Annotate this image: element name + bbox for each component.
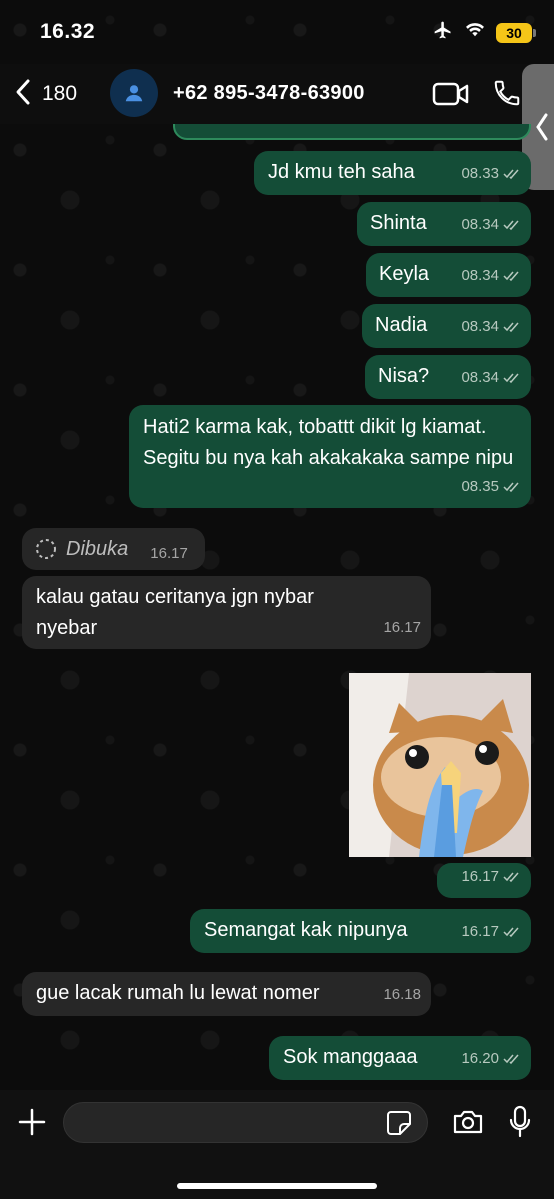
status-time: 16.32: [40, 20, 96, 43]
double-check-icon: [503, 373, 519, 383]
double-check-icon: [503, 927, 519, 937]
message-bubble[interactable]: Nadia 08.34: [362, 304, 531, 348]
praying-cat-sticker[interactable]: [349, 673, 531, 857]
sticker-button[interactable]: [386, 1110, 412, 1141]
double-check-icon: [503, 271, 519, 281]
status-bar: 16.32 30: [0, 0, 554, 64]
message-list[interactable]: 08.33 Jd kmu teh saha 08.33 Shinta 08.34…: [0, 124, 554, 1090]
message-text: Hati2 karma kak, tobattt dikit lg kiamat…: [143, 416, 514, 469]
message-meta: 08.34: [461, 311, 521, 342]
double-check-icon: [503, 872, 519, 882]
microphone-button[interactable]: [509, 1105, 531, 1144]
chat-header: 180 +62 895-3478-63900: [0, 64, 554, 124]
message-meta: 16.17: [461, 916, 521, 947]
airplane-icon: [432, 20, 454, 45]
attach-button[interactable]: [18, 1108, 46, 1141]
message-meta: 08.34: [461, 260, 521, 291]
back-button[interactable]: 180: [14, 76, 77, 112]
message-bubble[interactable]: Keyla 08.34: [366, 253, 531, 297]
double-check-icon: [503, 482, 519, 492]
message-input[interactable]: [63, 1102, 428, 1143]
message-bubble[interactable]: 08.33: [173, 124, 531, 140]
message-bubble[interactable]: Nisa? 08.34: [365, 355, 531, 399]
message-meta: 16.17: [383, 619, 421, 636]
status-icons: 30: [432, 20, 536, 45]
message-text: kalau gatau ceritanya jgn nybar nyebar: [36, 586, 314, 639]
video-camera-icon: [432, 82, 469, 106]
message-time: 16.17: [150, 544, 188, 562]
message-meta: 08.33: [459, 124, 519, 132]
camera-icon: [453, 1110, 483, 1134]
double-check-icon: [503, 169, 519, 179]
wifi-icon: [464, 21, 486, 44]
cat-sticker-image: [349, 673, 531, 857]
battery-icon: 30: [496, 22, 536, 43]
view-once-icon: [36, 539, 56, 559]
person-icon: [125, 85, 143, 102]
message-bubble[interactable]: Sok manggaaa 16.20: [269, 1036, 531, 1080]
message-bubble[interactable]: Jd kmu teh saha 08.33: [254, 151, 531, 195]
message-bubble[interactable]: Shinta 08.34: [357, 202, 531, 246]
message-bubble[interactable]: gue lacak rumah lu lewat nomer 16.18: [22, 972, 431, 1016]
message-meta: 16.20: [461, 1043, 521, 1074]
message-bubble[interactable]: Semangat kak nipunya 16.17: [190, 909, 531, 953]
message-meta: 16.18: [383, 986, 421, 1003]
message-meta: 08.33: [461, 158, 521, 189]
avatar[interactable]: [110, 69, 158, 117]
microphone-icon: [509, 1105, 531, 1138]
message-bubble[interactable]: 16.17: [437, 863, 531, 898]
message-meta: 08.34: [461, 209, 521, 240]
phone-icon: [494, 80, 520, 106]
double-check-icon: [503, 1054, 519, 1064]
message-bubble[interactable]: Hati2 karma kak, tobattt dikit lg kiamat…: [129, 405, 531, 508]
chevron-left-icon: [14, 78, 32, 111]
double-check-icon: [503, 220, 519, 230]
camera-button[interactable]: [452, 1108, 484, 1141]
unread-count: 180: [42, 82, 78, 105]
contact-name[interactable]: +62 895-3478-63900: [173, 82, 365, 105]
home-indicator[interactable]: [177, 1183, 377, 1189]
message-meta: 08.34: [461, 362, 521, 393]
message-meta: 16.17: [461, 861, 521, 892]
message-meta: 08.35: [461, 471, 521, 502]
system-label: Dibuka: [66, 537, 129, 560]
voice-call-button[interactable]: [492, 78, 522, 113]
view-once-opened-notice[interactable]: Dibuka 16.17: [22, 528, 205, 570]
message-bubble[interactable]: kalau gatau ceritanya jgn nybar nyebar 1…: [22, 576, 431, 649]
sticker-icon: [387, 1111, 411, 1135]
message-text: gue lacak rumah lu lewat nomer: [36, 982, 320, 1004]
plus-icon: [18, 1108, 46, 1136]
double-check-icon: [503, 322, 519, 332]
video-call-button[interactable]: [432, 80, 470, 113]
